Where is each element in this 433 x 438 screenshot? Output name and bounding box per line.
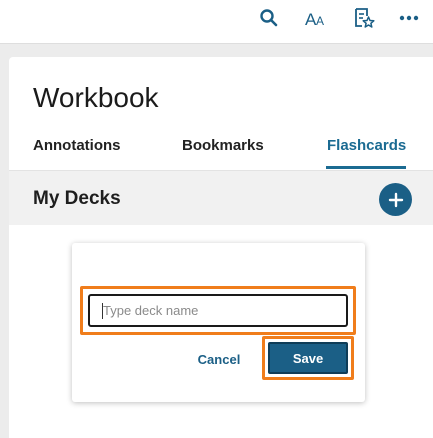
- section-title: My Decks: [33, 188, 121, 209]
- new-deck-dialog: Cancel Save: [72, 243, 365, 402]
- bookmark-list-icon[interactable]: [348, 5, 380, 31]
- panel-title: Workbook: [33, 82, 159, 113]
- save-button[interactable]: Save: [268, 342, 348, 374]
- more-icon[interactable]: [393, 5, 425, 31]
- plus-circle-icon: [388, 192, 403, 207]
- tab-flashcards[interactable]: Flashcards: [327, 137, 406, 154]
- cancel-button[interactable]: Cancel: [192, 347, 246, 371]
- text-caret: [102, 303, 103, 319]
- workbook-panel: Workbook Annotations Bookmarks Flashcard…: [9, 57, 433, 438]
- add-deck-button[interactable]: [379, 183, 412, 216]
- text-size-icon[interactable]: A A: [300, 5, 332, 31]
- active-tab-indicator: [326, 166, 406, 169]
- my-decks-header: My Decks: [9, 171, 433, 225]
- tab-annotations[interactable]: Annotations: [33, 137, 121, 154]
- search-icon[interactable]: [253, 5, 285, 31]
- svg-text:A: A: [316, 14, 324, 28]
- deck-name-input[interactable]: [88, 294, 348, 327]
- tab-bookmarks[interactable]: Bookmarks: [182, 137, 264, 154]
- top-toolbar: A A: [0, 0, 433, 44]
